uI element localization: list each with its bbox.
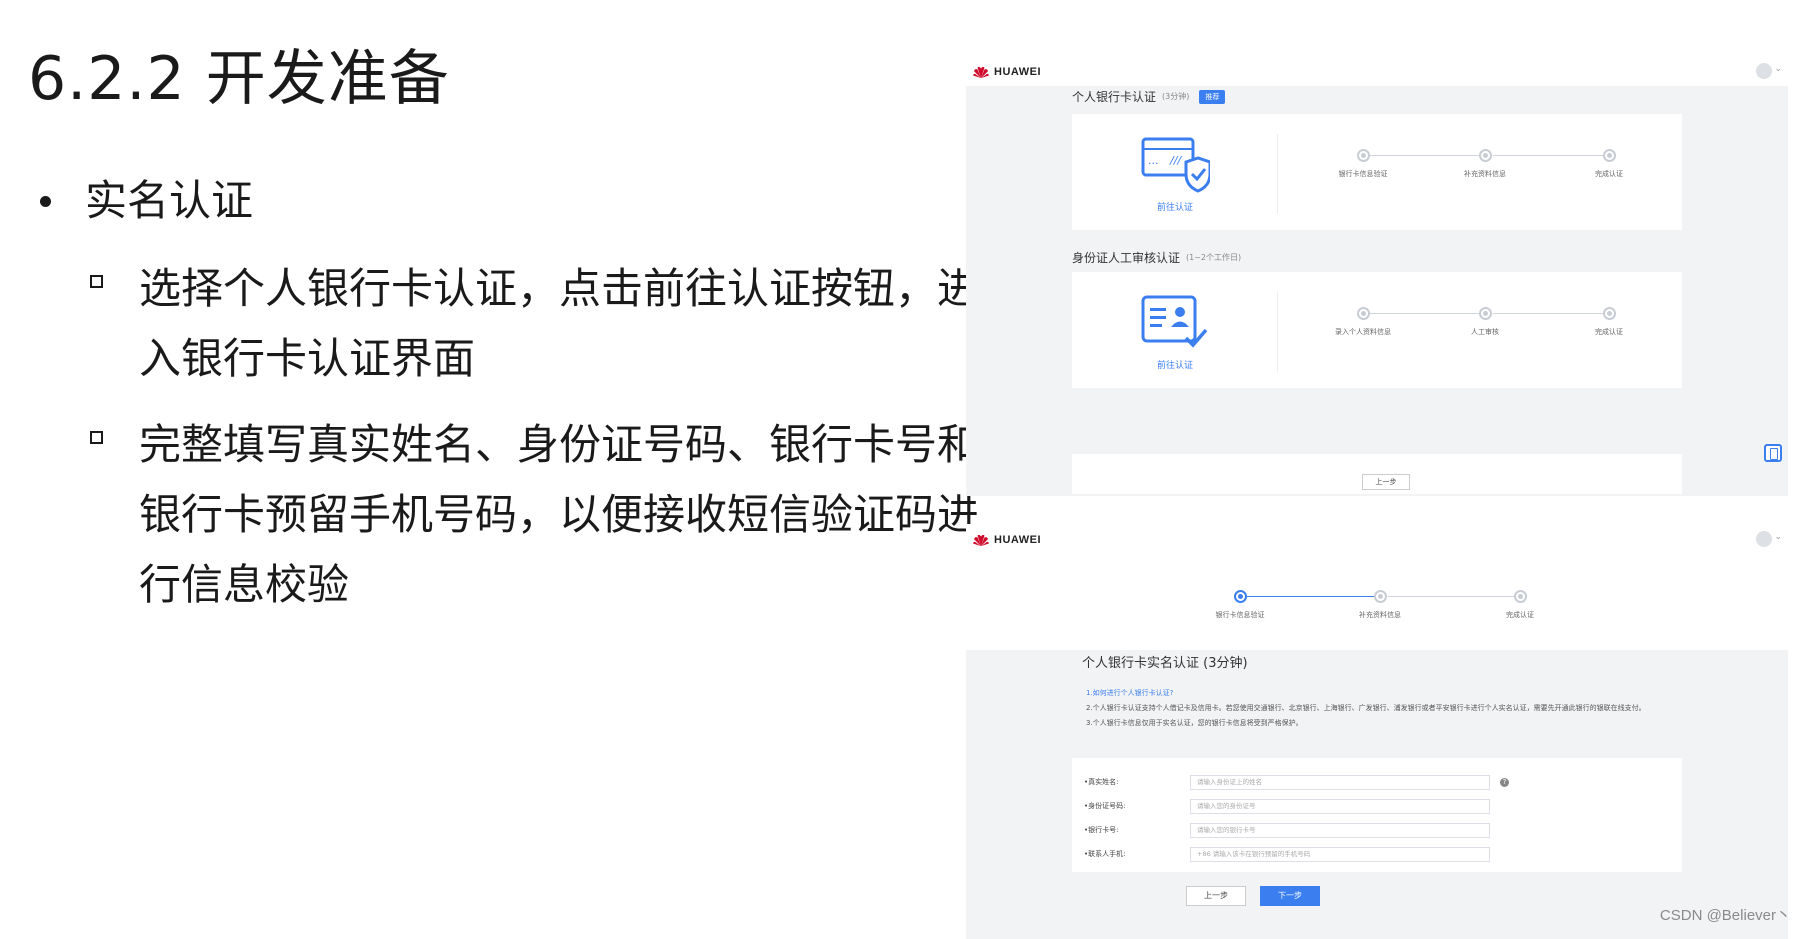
user-avatar-icon[interactable]: [1756, 63, 1772, 79]
form-steps: 银行卡信息验证 补充资料信息 完成认证: [1216, 590, 1534, 630]
slide-title: 6.2.2 开发准备: [28, 44, 450, 114]
id-card-check-icon: [1141, 295, 1208, 348]
step-connector: [1493, 155, 1603, 156]
step-marker: [1603, 149, 1616, 162]
brand-name: HUAWEI: [994, 66, 1041, 78]
step-label: 完成认证: [1595, 328, 1623, 336]
sub-bullet-text: 选择个人银行卡认证，点击前往认证按钮，进入银行卡认证界面: [139, 264, 980, 383]
step-connector: [1369, 155, 1479, 156]
csdn-watermark: CSDN @Believer丶: [1659, 907, 1791, 924]
step-label: 补充资料信息: [1359, 611, 1401, 619]
section-title-text: 个人银行卡认证: [1072, 90, 1157, 104]
main-bullet-text: 实名认证: [85, 176, 254, 225]
step-marker: [1479, 307, 1492, 320]
chevron-down-icon[interactable]: ⌄: [1774, 64, 1782, 74]
bullet-dot-icon: [40, 195, 51, 207]
form-row-id: •身份证号码: 请输入您的身份证号: [1084, 798, 1490, 814]
prev-step-button[interactable]: 上一步: [1362, 474, 1410, 490]
goto-verify-link[interactable]: 前往认证: [1140, 358, 1210, 371]
field-label: •联系人手机:: [1084, 850, 1126, 858]
bank-card-number-input[interactable]: 请输入您的银行卡号: [1190, 822, 1490, 838]
section-title-text: 身份证人工审核认证: [1072, 251, 1181, 265]
screenshot-verification-methods: HUAWEI ⌄ 个人银行卡认证 (3分钟) 推荐 ... /// 前往认证 银…: [966, 56, 1788, 496]
sub-bullet-2: 完整填写真实姓名、身份证号码、银行卡号和银行卡预留手机号码，以便接收短信验证码进…: [90, 410, 979, 620]
brand-name: HUAWEI: [994, 534, 1041, 546]
step-marker: [1603, 307, 1616, 320]
bank-card-section-title: 个人银行卡认证 (3分钟) 推荐: [1072, 88, 1226, 105]
section-duration: (3分钟): [1162, 92, 1190, 101]
step-marker: [1514, 590, 1527, 603]
id-card-section-title: 身份证人工审核认证 (1~2个工作日): [1072, 249, 1241, 266]
mobile-view-icon[interactable]: [1764, 444, 1782, 462]
step-label: 银行卡信息验证: [1338, 170, 1388, 178]
step-connector: [1369, 313, 1479, 314]
step-connector: [1388, 596, 1516, 597]
step-connector: [1493, 313, 1603, 314]
field-label: •银行卡号:: [1084, 826, 1119, 834]
form-title: 个人银行卡实名认证 (3分钟): [1082, 656, 1248, 671]
info-item: 3.个人银行卡信息仅用于实名认证，您的银行卡信息将受到严格保护。: [1086, 719, 1303, 727]
step-marker: [1479, 149, 1492, 162]
form-row-name: •真实姓名: 请输入身份证上的姓名 ?: [1084, 774, 1509, 790]
step-connector: [1246, 596, 1374, 597]
chevron-down-icon[interactable]: ⌄: [1774, 532, 1782, 542]
id-card-verification-card: 前往认证 录入个人资料信息 人工审核 完成认证: [1072, 272, 1682, 388]
screenshot-bank-card-form: HUAWEI ⌄ 银行卡信息验证 补充资料信息 完成认证 个人银行卡实名认证 (…: [966, 524, 1788, 939]
bank-card-shield-icon: ... ///: [1141, 137, 1210, 193]
card-divider: [1277, 292, 1278, 372]
section-duration: (1~2个工作日): [1186, 253, 1242, 262]
user-avatar-icon[interactable]: [1756, 531, 1772, 547]
sub-bullet-text: 完整填写真实姓名、身份证号码、银行卡号和银行卡预留手机号码，以便接收短信验证码进…: [139, 420, 980, 609]
huawei-logo[interactable]: HUAWEI: [972, 65, 1041, 79]
prev-step-button[interactable]: 上一步: [1186, 886, 1246, 906]
step-marker: [1374, 590, 1387, 603]
bank-card-form: •真实姓名: 请输入身份证上的姓名 ? •身份证号码: 请输入您的身份证号 •银…: [1072, 758, 1682, 872]
sub-bullet-1: 选择个人银行卡认证，点击前往认证按钮，进入银行卡认证界面: [90, 254, 979, 394]
next-step-button[interactable]: 下一步: [1260, 886, 1320, 906]
info-item: 2.个人银行卡认证支持个人借记卡及信用卡。若您使用交通银行、北京银行、上海银行、…: [1086, 704, 1646, 712]
phone-number-input[interactable]: +86 请输入该卡在银行预留的手机号码: [1190, 846, 1490, 862]
step-marker: [1357, 149, 1370, 162]
top-bar: HUAWEI ⌄: [966, 524, 1788, 554]
bank-card-verification-card: ... /// 前往认证 银行卡信息验证 补充资料信息 完成认证: [1072, 114, 1682, 230]
square-bullet-icon: [90, 275, 103, 288]
info-list: 1.如何进行个人银行卡认证? 2.个人银行卡认证支持个人借记卡及信用卡。若您使用…: [1086, 686, 1766, 731]
bank-steps: 银行卡信息验证 补充资料信息 完成认证: [1339, 149, 1657, 189]
main-bullet: 实名认证: [40, 176, 253, 226]
form-row-card: •银行卡号: 请输入您的银行卡号: [1084, 822, 1490, 838]
huawei-flower-icon: [973, 534, 989, 547]
recommend-badge: 推荐: [1199, 89, 1226, 104]
huawei-logo[interactable]: HUAWEI: [972, 533, 1041, 547]
id-number-input[interactable]: 请输入您的身份证号: [1190, 798, 1490, 814]
square-bullet-icon: [90, 431, 103, 444]
field-label: •真实姓名:: [1084, 778, 1119, 786]
svg-text:...: ...: [1148, 154, 1159, 167]
huawei-flower-icon: [973, 66, 989, 79]
step-label: 完成认证: [1595, 170, 1623, 178]
real-name-input[interactable]: 请输入身份证上的姓名: [1190, 774, 1490, 790]
step-label: 补充资料信息: [1464, 170, 1506, 178]
step-marker-active: [1234, 590, 1247, 603]
form-row-phone: •联系人手机: +86 请输入该卡在银行预留的手机号码: [1084, 846, 1490, 862]
field-label: •身份证号码:: [1084, 802, 1126, 810]
step-label: 人工审核: [1471, 328, 1499, 336]
card-divider: [1277, 134, 1278, 214]
goto-verify-link[interactable]: 前往认证: [1140, 200, 1210, 213]
how-to-verify-link[interactable]: 1.如何进行个人银行卡认证?: [1086, 686, 1766, 701]
step-label: 银行卡信息验证: [1215, 611, 1265, 619]
step-label: 完成认证: [1506, 611, 1534, 619]
id-steps: 录入个人资料信息 人工审核 完成认证: [1335, 307, 1657, 347]
svg-text:///: ///: [1169, 154, 1182, 167]
step-marker: [1357, 307, 1370, 320]
help-icon[interactable]: ?: [1500, 777, 1509, 787]
step-label: 录入个人资料信息: [1335, 328, 1391, 336]
top-bar: HUAWEI ⌄: [966, 56, 1788, 86]
